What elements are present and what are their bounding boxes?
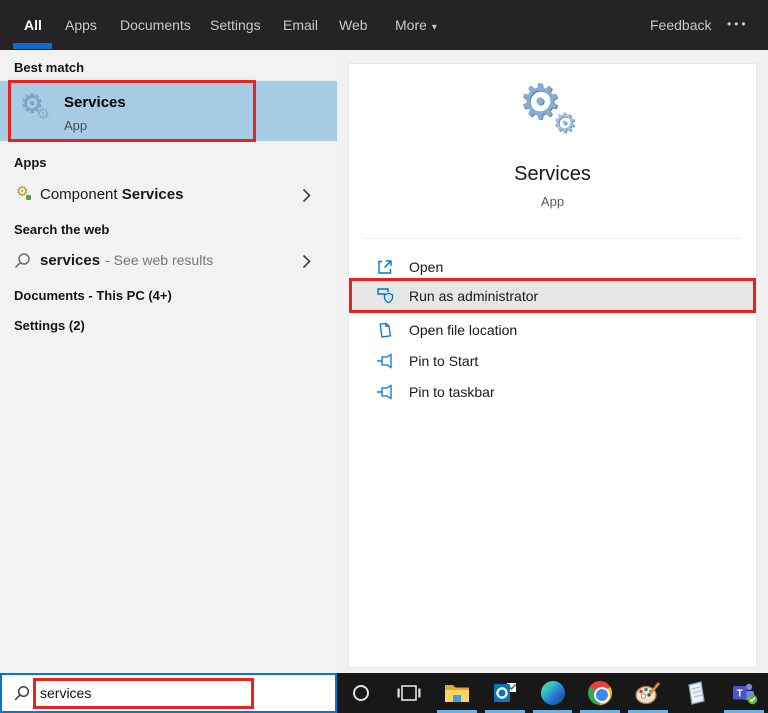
open-icon <box>378 260 392 274</box>
tab-settings[interactable]: Settings <box>210 17 261 33</box>
overflow-menu-icon[interactable]: ••• <box>727 17 749 31</box>
taskbar-search-box[interactable] <box>0 673 337 713</box>
web-query: services <box>40 252 101 269</box>
tab-apps[interactable]: Apps <box>65 17 97 33</box>
file-location-icon <box>379 322 392 338</box>
apps-header: Apps <box>14 155 47 170</box>
tab-more-label: More <box>395 17 427 33</box>
taskbar-icons: T <box>337 673 768 713</box>
tab-all[interactable]: All <box>24 17 42 33</box>
cortana-icon <box>352 685 369 701</box>
component-services-icon: ⚙ <box>16 183 32 203</box>
chrome-button[interactable] <box>576 673 624 713</box>
notes-button[interactable] <box>672 673 720 713</box>
task-view-icon <box>397 685 421 701</box>
cortana-button[interactable] <box>337 673 385 713</box>
app-title: Services <box>514 163 591 185</box>
gear-small-icon: ⚙ <box>36 105 50 122</box>
search-results-panel: Best match ⚙ ⚙ Services App Apps ⚙ Compo… <box>0 50 337 673</box>
tab-web[interactable]: Web <box>339 17 368 33</box>
edge-button[interactable] <box>529 673 577 713</box>
feedback-button[interactable]: Feedback <box>650 17 711 33</box>
admin-shield-icon <box>377 287 394 303</box>
services-app-icon: ⚙ ⚙ <box>517 76 589 148</box>
svg-text:T: T <box>736 688 742 699</box>
action-label: Open file location <box>409 322 518 338</box>
result-component-services[interactable]: ⚙ Component Services <box>0 178 337 214</box>
pin-icon <box>377 353 392 369</box>
tab-more[interactable]: More ▾ <box>395 17 437 33</box>
teams-icon: T <box>732 683 757 704</box>
web-suffix: - See web results <box>105 252 214 268</box>
best-match-row[interactable]: ⚙ ⚙ Services App <box>0 81 337 141</box>
tab-email[interactable]: Email <box>283 17 318 33</box>
paint-icon <box>635 682 661 705</box>
action-label: Open <box>409 259 444 275</box>
task-view-button[interactable] <box>385 673 433 713</box>
action-label: Pin to taskbar <box>409 384 495 400</box>
outlook-icon <box>493 683 516 702</box>
app-subtitle: App <box>540 194 565 209</box>
action-pin-to-start[interactable]: Pin to Start <box>349 346 756 376</box>
action-open-file-location[interactable]: Open file location <box>349 315 756 345</box>
best-match-title: Services <box>64 94 126 111</box>
search-web-header: Search the web <box>14 222 110 237</box>
file-explorer-button[interactable] <box>433 673 481 713</box>
action-label: Run as administrator <box>409 287 539 304</box>
gear-small-icon: ⚙ <box>552 108 577 138</box>
pin-icon <box>377 384 392 400</box>
outlook-button[interactable] <box>481 673 529 713</box>
best-match-header: Best match <box>14 60 85 75</box>
label-match: Services <box>121 186 184 203</box>
action-label: Pin to Start <box>409 353 479 369</box>
tab-documents[interactable]: Documents <box>120 17 191 33</box>
settings-header[interactable]: Settings (2) <box>14 318 85 333</box>
file-explorer-icon <box>444 685 469 702</box>
best-match-subtitle: App <box>64 118 88 133</box>
label-prefix: Component <box>40 186 118 203</box>
teams-button[interactable]: T <box>720 673 768 713</box>
search-icon <box>14 253 30 269</box>
notes-icon <box>688 681 705 705</box>
edge-icon <box>540 681 565 705</box>
paint-button[interactable] <box>624 673 672 713</box>
action-run-as-administrator[interactable]: Run as administrator <box>349 278 756 313</box>
active-tab-indicator <box>13 43 52 49</box>
chevron-right-icon[interactable] <box>302 188 311 203</box>
search-input[interactable] <box>40 682 240 704</box>
result-label: services - See web results <box>40 252 213 269</box>
chrome-icon <box>588 681 613 705</box>
result-label: Component Services <box>40 186 183 203</box>
documents-header[interactable]: Documents - This PC (4+) <box>14 288 172 303</box>
services-gear-icon: ⚙ ⚙ <box>20 88 58 129</box>
action-pin-to-taskbar[interactable]: Pin to taskbar <box>349 377 756 407</box>
app-detail-panel: ⚙ ⚙ Services App Open Run as administrat… <box>348 63 757 668</box>
component-dot <box>26 195 31 200</box>
search-icon <box>14 685 30 701</box>
chevron-down-icon: ▾ <box>431 22 437 33</box>
taskbar: T <box>0 673 768 713</box>
chevron-right-icon[interactable] <box>302 254 311 269</box>
result-web-search[interactable]: services - See web results <box>0 244 337 280</box>
search-filter-bar: All Apps Documents Settings Email Web Mo… <box>0 0 768 50</box>
divider <box>363 238 742 239</box>
